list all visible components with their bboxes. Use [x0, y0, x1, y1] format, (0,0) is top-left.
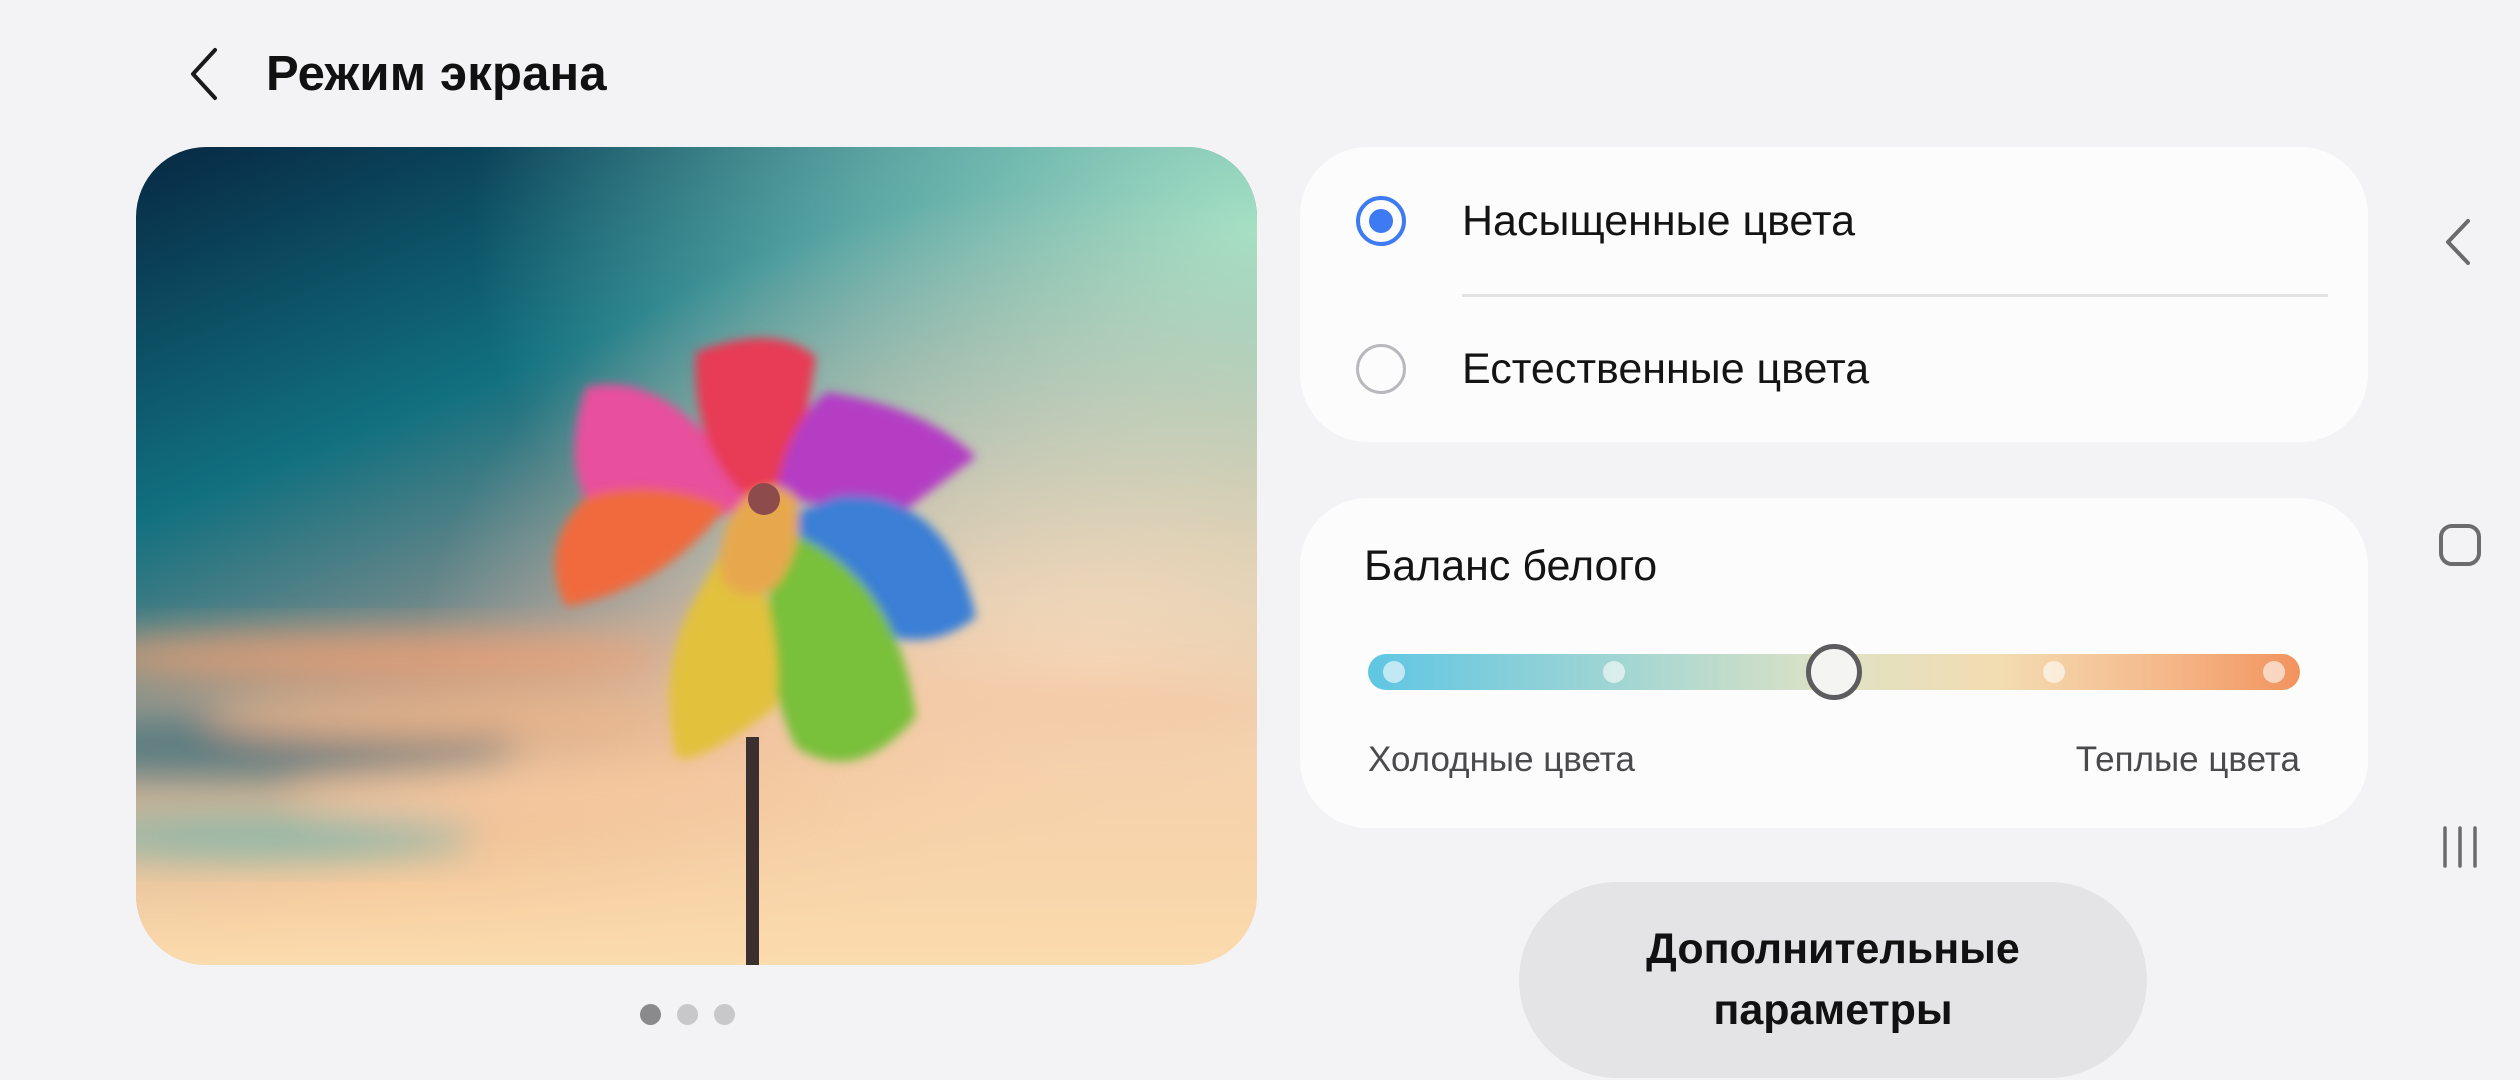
advanced-settings-button[interactable]: Дополнительные параметры: [1519, 882, 2147, 1078]
nav-back-button[interactable]: [2418, 200, 2502, 284]
recents-icon: [2443, 826, 2477, 868]
slider-thumb[interactable]: [1806, 644, 1862, 700]
system-navbar: [2400, 0, 2520, 1080]
white-balance-card: Баланс белого Холодные цвета Теплые цвет…: [1300, 498, 2368, 828]
back-button[interactable]: [170, 39, 240, 109]
page-dot-1[interactable]: [640, 1004, 661, 1025]
home-icon: [2439, 524, 2481, 566]
page-title: Режим экрана: [266, 47, 607, 101]
nav-home-button[interactable]: [2418, 503, 2502, 587]
slider-stop[interactable]: [1603, 661, 1625, 683]
screen-mode-card: Насыщенные цвета Естественные цвета: [1300, 147, 2368, 442]
white-balance-slider[interactable]: [1368, 644, 2300, 700]
slider-stop[interactable]: [1383, 661, 1405, 683]
cold-colors-label: Холодные цвета: [1368, 740, 1635, 779]
page-indicator: [640, 1004, 735, 1025]
mode-option-vivid[interactable]: Насыщенные цвета: [1300, 147, 2368, 295]
slider-stop[interactable]: [2043, 661, 2065, 683]
nav-recents-button[interactable]: [2418, 805, 2502, 889]
pinwheel-photo: [136, 147, 1257, 965]
chevron-left-icon: [191, 48, 217, 100]
slider-stop[interactable]: [2263, 661, 2285, 683]
app-header: Режим экрана: [170, 34, 607, 114]
radio-unselected-icon[interactable]: [1356, 344, 1406, 394]
page-dot-3[interactable]: [714, 1004, 735, 1025]
mode-option-label: Насыщенные цвета: [1462, 196, 1856, 245]
warm-colors-label: Теплые цвета: [2075, 740, 2300, 779]
mode-option-natural[interactable]: Естественные цвета: [1300, 295, 2368, 443]
radio-selected-icon[interactable]: [1356, 196, 1406, 246]
preview-image[interactable]: [136, 147, 1257, 965]
white-balance-title: Баланс белого: [1364, 542, 1658, 590]
mode-option-label: Естественные цвета: [1462, 344, 1870, 393]
page-dot-2[interactable]: [677, 1004, 698, 1025]
back-icon: [2446, 219, 2470, 265]
